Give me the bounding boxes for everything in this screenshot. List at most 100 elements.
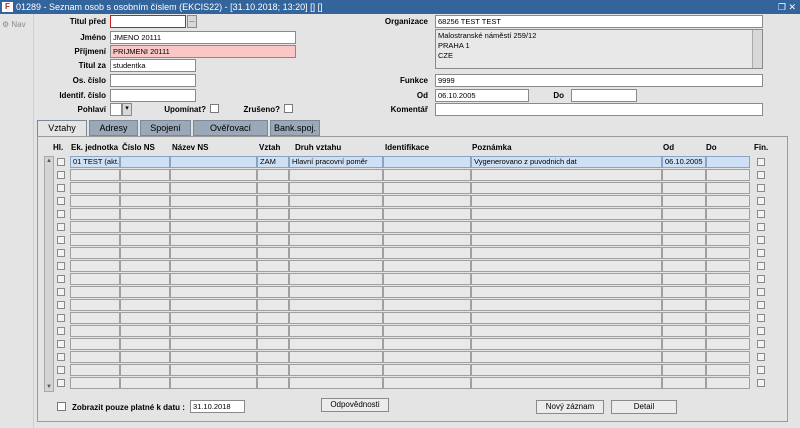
titul-za-input[interactable]: studentka <box>110 59 196 72</box>
cell-vztah[interactable] <box>257 312 289 324</box>
table-row[interactable]: 01 TEST (akt. ZAM Hlavní pracovní poměr Vyg… <box>0 156 800 169</box>
table-row[interactable] <box>0 273 800 286</box>
cell-nazev-ns[interactable] <box>170 364 257 376</box>
cell-druh[interactable] <box>289 364 383 376</box>
cell-cislo-ns[interactable] <box>120 286 170 298</box>
cell-cislo-ns[interactable] <box>120 247 170 259</box>
cell-ident[interactable] <box>383 364 471 376</box>
cell-do[interactable] <box>706 377 750 389</box>
cell-nazev-ns[interactable] <box>170 156 257 168</box>
cell-od[interactable] <box>662 208 706 220</box>
row-primary-checkbox[interactable] <box>57 314 65 322</box>
cell-ident[interactable] <box>383 377 471 389</box>
row-primary-checkbox[interactable] <box>57 262 65 270</box>
cell-od[interactable] <box>662 312 706 324</box>
cell-druh[interactable] <box>289 182 383 194</box>
cell-nazev-ns[interactable] <box>170 182 257 194</box>
cell-pozn[interactable] <box>471 325 662 337</box>
tab-spojeni[interactable]: Spojení <box>140 120 191 136</box>
cell-ek[interactable] <box>70 247 120 259</box>
table-row[interactable] <box>0 351 800 364</box>
cell-druh[interactable] <box>289 312 383 324</box>
cell-od[interactable] <box>662 286 706 298</box>
cell-nazev-ns[interactable] <box>170 208 257 220</box>
cell-nazev-ns[interactable] <box>170 247 257 259</box>
table-row[interactable] <box>0 195 800 208</box>
row-final-checkbox[interactable] <box>757 314 765 322</box>
cell-ek[interactable] <box>70 286 120 298</box>
cell-do[interactable] <box>706 299 750 311</box>
cell-cislo-ns[interactable] <box>120 208 170 220</box>
new-record-button[interactable]: Nový záznam <box>536 400 604 414</box>
cell-od[interactable] <box>662 221 706 233</box>
row-primary-checkbox[interactable] <box>57 184 65 192</box>
cell-nazev-ns[interactable] <box>170 312 257 324</box>
cell-vztah[interactable] <box>257 195 289 207</box>
cell-ident[interactable] <box>383 234 471 246</box>
row-final-checkbox[interactable] <box>757 262 765 270</box>
cell-nazev-ns[interactable] <box>170 325 257 337</box>
tab-vztahy[interactable]: Vztahy <box>37 120 87 137</box>
cell-od[interactable] <box>662 260 706 272</box>
od-date-input[interactable]: 06.10.2005 <box>435 89 529 102</box>
cell-cislo-ns[interactable] <box>120 260 170 272</box>
cell-pozn[interactable] <box>471 234 662 246</box>
cell-ek[interactable] <box>70 195 120 207</box>
address-scrollbar[interactable] <box>752 30 762 68</box>
cell-vztah[interactable] <box>257 286 289 298</box>
cell-vztah[interactable] <box>257 169 289 181</box>
cell-od[interactable] <box>662 234 706 246</box>
row-final-checkbox[interactable] <box>757 249 765 257</box>
cell-pozn[interactable] <box>471 247 662 259</box>
row-final-checkbox[interactable] <box>757 366 765 374</box>
cell-nazev-ns[interactable] <box>170 286 257 298</box>
odpovednosti-button[interactable]: Odpovědnosti <box>321 398 389 412</box>
row-primary-checkbox[interactable] <box>57 275 65 283</box>
cell-druh[interactable] <box>289 325 383 337</box>
cell-cislo-ns[interactable] <box>120 351 170 363</box>
cell-druh[interactable] <box>289 273 383 285</box>
cell-ek[interactable] <box>70 338 120 350</box>
cell-druh[interactable] <box>289 351 383 363</box>
os-cislo-input[interactable] <box>110 74 196 87</box>
cell-od[interactable] <box>662 169 706 181</box>
row-final-checkbox[interactable] <box>757 158 765 166</box>
cell-pozn[interactable] <box>471 182 662 194</box>
cell-ek[interactable] <box>70 182 120 194</box>
cell-od[interactable] <box>662 325 706 337</box>
row-final-checkbox[interactable] <box>757 379 765 387</box>
tab-bank-spoj[interactable]: Bank.spoj. <box>270 120 320 136</box>
cell-pozn[interactable] <box>471 221 662 233</box>
cell-cislo-ns[interactable] <box>120 195 170 207</box>
cell-ident[interactable] <box>383 351 471 363</box>
cell-pozn[interactable] <box>471 364 662 376</box>
cell-od[interactable] <box>662 247 706 259</box>
cell-pozn[interactable] <box>471 338 662 350</box>
cell-ident[interactable] <box>383 273 471 285</box>
cell-ident[interactable] <box>383 338 471 350</box>
cell-druh[interactable] <box>289 234 383 246</box>
cell-do[interactable] <box>706 286 750 298</box>
cell-od[interactable] <box>662 299 706 311</box>
table-row[interactable] <box>0 325 800 338</box>
cell-ident[interactable] <box>383 299 471 311</box>
table-row[interactable] <box>0 247 800 260</box>
cell-druh[interactable] <box>289 195 383 207</box>
cell-cislo-ns[interactable] <box>120 156 170 168</box>
row-primary-checkbox[interactable] <box>57 223 65 231</box>
cell-druh[interactable] <box>289 169 383 181</box>
row-primary-checkbox[interactable] <box>57 379 65 387</box>
prijmeni-input[interactable]: PRIJMENI 20111 <box>110 45 296 58</box>
table-row[interactable] <box>0 260 800 273</box>
cell-ek[interactable]: 01 TEST (akt. <box>70 156 120 168</box>
pohlavi-select[interactable] <box>110 103 122 116</box>
cell-ek[interactable] <box>70 325 120 337</box>
cell-ek[interactable] <box>70 234 120 246</box>
table-row[interactable] <box>0 377 800 390</box>
cell-do[interactable] <box>706 247 750 259</box>
cell-cislo-ns[interactable] <box>120 221 170 233</box>
row-final-checkbox[interactable] <box>757 353 765 361</box>
row-primary-checkbox[interactable] <box>57 366 65 374</box>
row-final-checkbox[interactable] <box>757 327 765 335</box>
row-primary-checkbox[interactable] <box>57 327 65 335</box>
